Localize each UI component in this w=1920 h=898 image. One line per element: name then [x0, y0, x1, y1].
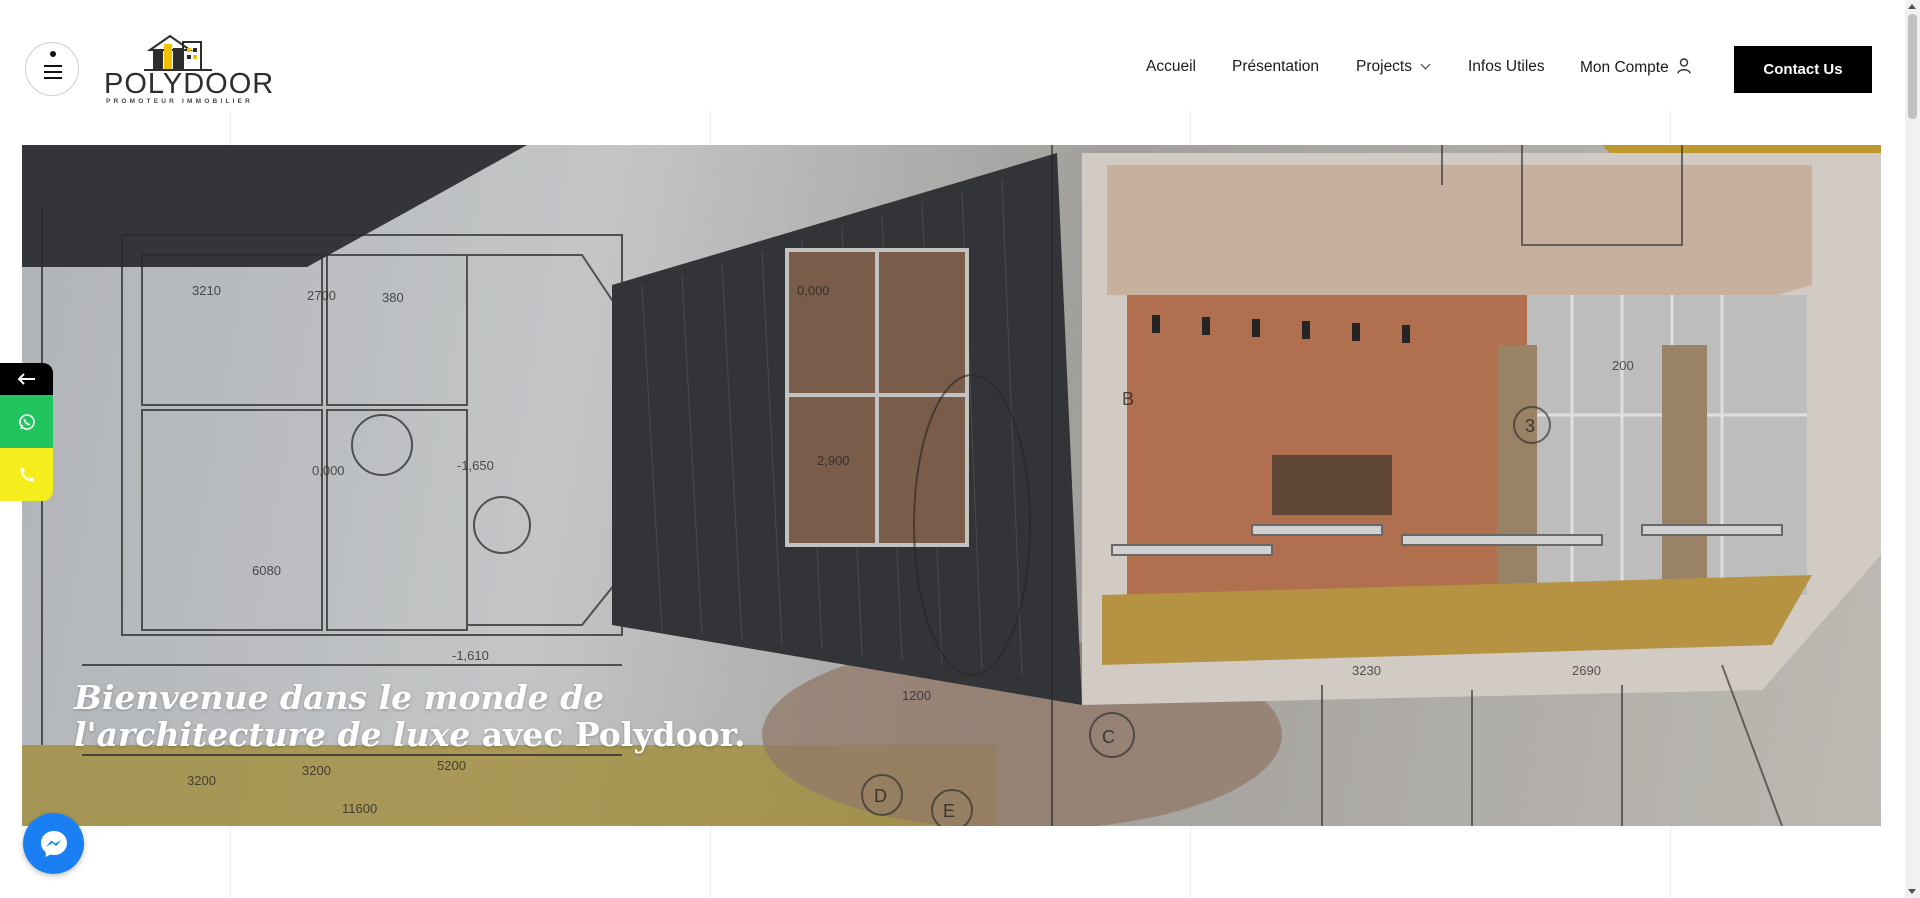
- hamburger-icon: [44, 65, 62, 67]
- hamburger-menu-button[interactable]: [25, 42, 79, 96]
- phone-button[interactable]: [0, 448, 53, 501]
- menu-dot-icon: [50, 51, 56, 57]
- arrow-left-icon: [17, 373, 35, 385]
- user-icon: [1677, 58, 1691, 74]
- logo-building-icon: [144, 34, 212, 71]
- whatsapp-icon: [18, 413, 35, 430]
- messenger-chat-button[interactable]: [23, 813, 84, 874]
- scroll-up-arrow-icon[interactable]: [1908, 4, 1916, 9]
- side-collapse-button[interactable]: [0, 363, 53, 395]
- scrollbar-thumb[interactable]: [1908, 14, 1917, 119]
- messenger-icon: [40, 830, 67, 857]
- nav-presentation[interactable]: Présentation: [1232, 58, 1319, 76]
- nav-projects[interactable]: Projects: [1356, 58, 1431, 76]
- hero-title-regular: avec Polydoor.: [470, 715, 746, 754]
- site-header: POLYDOOR PROMOTEUR IMMOBILIER Accueil Pr…: [0, 0, 1905, 110]
- contact-us-button[interactable]: Contact Us: [1734, 46, 1872, 93]
- logo-tagline: PROMOTEUR IMMOBILIER: [106, 98, 254, 105]
- page-scrollbar[interactable]: [1905, 0, 1920, 898]
- chevron-down-icon: [1420, 59, 1431, 70]
- phone-icon: [20, 467, 34, 481]
- nav-mon-compte[interactable]: Mon Compte: [1580, 58, 1691, 77]
- nav-mon-compte-label: Mon Compte: [1580, 59, 1669, 76]
- hero-title: Bienvenue dans le monde de l'architectur…: [74, 679, 794, 753]
- hero-banner: 3210 2700 380 0,000 -1,650 -1,610 6080 3200 32…: [22, 145, 1881, 826]
- hamburger-icon: [44, 77, 62, 79]
- whatsapp-button[interactable]: [0, 395, 53, 448]
- hamburger-icon: [44, 71, 62, 73]
- nav-accueil[interactable]: Accueil: [1146, 58, 1196, 76]
- logo-wordmark: POLYDOOR: [104, 68, 275, 100]
- nav-projects-label: Projects: [1356, 58, 1412, 75]
- scroll-down-arrow-icon[interactable]: [1908, 889, 1916, 894]
- polydoor-logo[interactable]: POLYDOOR PROMOTEUR IMMOBILIER: [100, 28, 273, 108]
- nav-infos-utiles[interactable]: Infos Utiles: [1468, 58, 1545, 76]
